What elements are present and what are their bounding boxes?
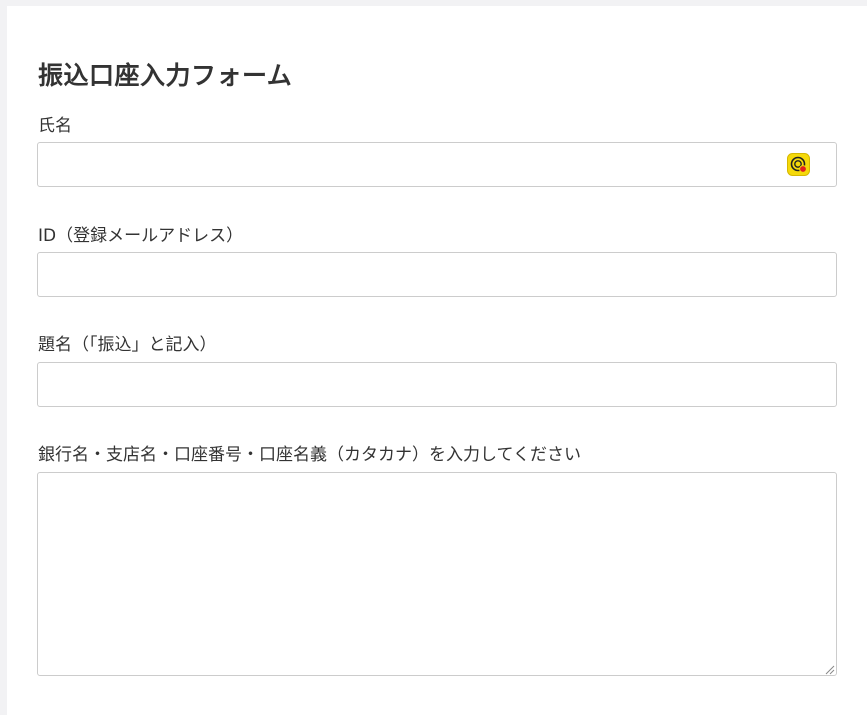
email-input[interactable] xyxy=(37,252,837,297)
form-card: 振込口座入力フォーム 氏名 ID（登録メールアドレス） 題名（「振込」と記入） … xyxy=(7,6,867,715)
resize-grip-icon[interactable] xyxy=(825,665,835,675)
form-title: 振込口座入力フォーム xyxy=(38,61,293,90)
bank-details-label: 銀行名・支店名・口座番号・口座名義（カタカナ）を入力してください xyxy=(38,445,581,465)
name-label: 氏名 xyxy=(38,116,72,136)
password-manager-icon[interactable] xyxy=(787,153,810,176)
subject-input[interactable] xyxy=(37,362,837,407)
bank-details-textarea[interactable] xyxy=(37,472,837,676)
subject-label: 題名（「振込」と記入） xyxy=(38,335,217,355)
name-input[interactable] xyxy=(37,142,837,187)
id-label: ID（登録メールアドレス） xyxy=(38,226,244,246)
